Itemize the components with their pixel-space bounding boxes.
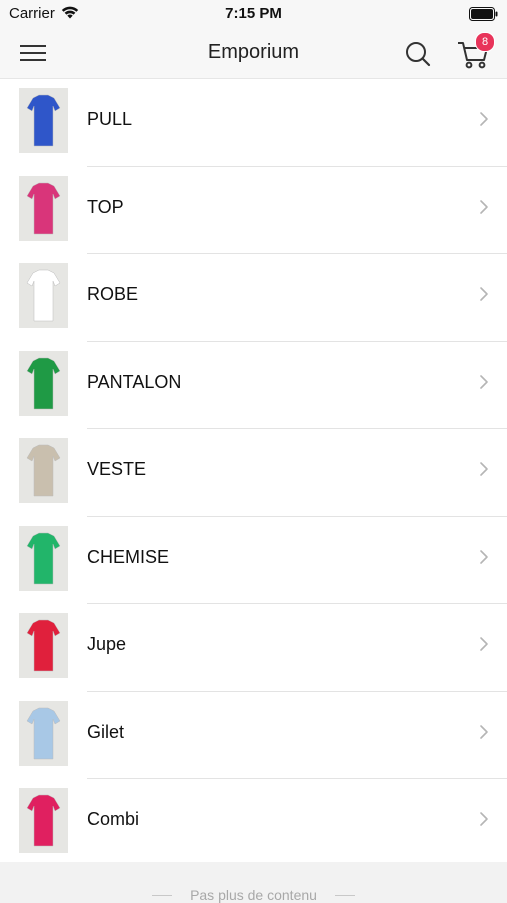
category-row[interactable]: PULL	[0, 79, 507, 167]
status-bar: Carrier 7:15 PM	[0, 0, 507, 28]
category-label: ROBE	[87, 284, 139, 304]
category-label: VESTE	[87, 459, 147, 479]
category-label: TOP	[87, 196, 124, 217]
chevron-right-icon	[480, 724, 488, 739]
category-label: CHEMISE	[87, 546, 170, 567]
chevron-right-icon	[480, 374, 488, 389]
category-thumbnail	[19, 613, 68, 678]
category-row[interactable]: Jupe	[0, 604, 507, 692]
chevron-right-icon	[480, 462, 488, 476]
cart-count-badge: 8	[475, 32, 495, 52]
chevron-right-icon	[480, 287, 488, 301]
battery-icon	[469, 7, 498, 21]
nav-bar: Emporium 8	[0, 28, 507, 79]
category-thumbnail	[19, 700, 68, 766]
category-row[interactable]: TOP	[0, 167, 507, 254]
category-thumbnail	[19, 263, 68, 328]
category-thumbnail	[19, 350, 68, 416]
category-thumbnail	[19, 175, 68, 241]
end-of-content-label: Pas plus de contenu	[190, 887, 317, 903]
category-label: PULL	[87, 109, 133, 129]
chevron-right-icon	[480, 812, 488, 826]
chevron-right-icon	[480, 637, 488, 651]
category-row[interactable]: ROBE	[0, 254, 507, 342]
chevron-right-icon	[480, 549, 488, 564]
category-label: Gilet	[87, 721, 125, 742]
category-row[interactable]: CHEMISE	[0, 517, 507, 604]
category-row[interactable]: Combi	[0, 779, 507, 867]
footer-divider-right	[335, 895, 355, 896]
search-icon[interactable]	[404, 40, 432, 68]
category-thumbnail	[19, 525, 68, 591]
category-list: PULL TOP ROBE PANTALON VESTE CHEMISE Jupe Gilet…	[0, 79, 507, 867]
category-row[interactable]: VESTE	[0, 429, 507, 517]
category-row[interactable]: PANTALON	[0, 342, 507, 429]
category-label: Jupe	[87, 634, 127, 654]
category-label: PANTALON	[87, 371, 182, 392]
category-thumbnail	[19, 438, 68, 503]
category-thumbnail	[19, 788, 68, 853]
category-label: Combi	[87, 809, 140, 829]
end-of-content: Pas plus de contenu	[0, 862, 507, 903]
category-row[interactable]: Gilet	[0, 692, 507, 779]
status-time: 7:15 PM	[225, 5, 282, 22]
chevron-right-icon	[480, 199, 488, 214]
category-thumbnail	[19, 88, 68, 153]
chevron-right-icon	[480, 112, 488, 126]
